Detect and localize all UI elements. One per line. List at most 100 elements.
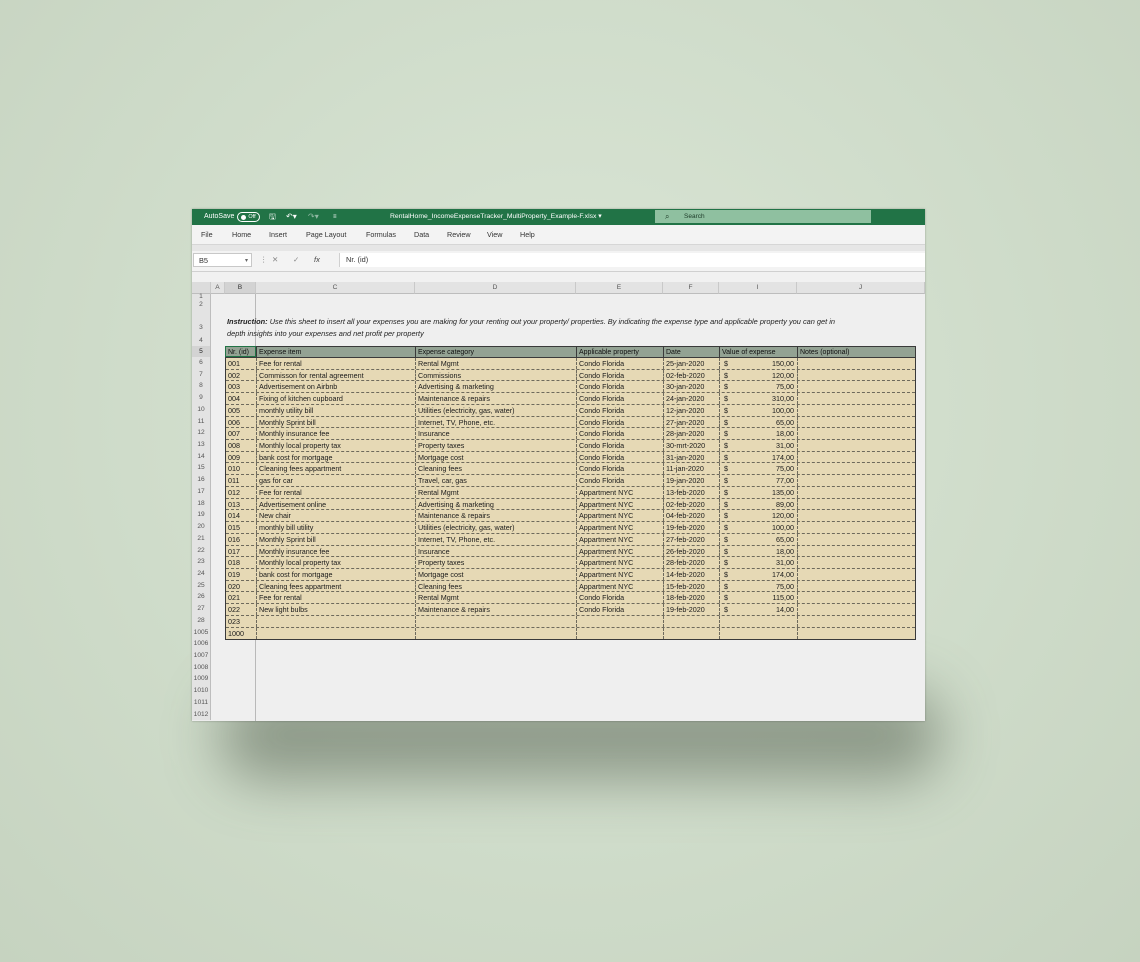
- cell-expense-item[interactable]: [257, 615, 416, 627]
- cell-expense-item[interactable]: Commisson for rental agreement: [257, 369, 416, 381]
- cell-expense-category[interactable]: Travel, car, gas: [416, 475, 577, 486]
- cell-id[interactable]: 010: [226, 463, 257, 475]
- cell-expense-item[interactable]: Monthly local property tax: [257, 440, 416, 451]
- row-header-23[interactable]: 23: [192, 556, 211, 568]
- cell-property[interactable]: Condo Florida: [577, 451, 664, 463]
- cell-id[interactable]: 018: [226, 557, 257, 568]
- row-header-1007[interactable]: 1007: [192, 650, 211, 662]
- row-header-21[interactable]: 21: [192, 532, 211, 545]
- autosave-control[interactable]: AutoSave Off: [204, 209, 260, 225]
- name-box[interactable]: B5 ▾: [193, 253, 252, 267]
- autosave-toggle[interactable]: Off: [237, 212, 260, 222]
- row-header-4[interactable]: 4: [192, 335, 211, 346]
- cell-property[interactable]: Appartment NYC: [577, 510, 664, 522]
- cell-value[interactable]: $135,00: [720, 486, 798, 498]
- customize-toolbar-icon[interactable]: ≡: [333, 209, 337, 225]
- cell-expense-category[interactable]: Maintenance & repairs: [416, 510, 577, 522]
- cell-id[interactable]: 005: [226, 404, 257, 416]
- cell-expense-item[interactable]: bank cost for mortgage: [257, 568, 416, 580]
- cell-expense-category[interactable]: Advertising & marketing: [416, 498, 577, 510]
- row-header-9[interactable]: 9: [192, 392, 211, 404]
- worksheet-grid[interactable]: A B C D E F I J 1 2 3 4 5 6 7 8 9 10 11 12 13 14 15 16 1…: [192, 282, 925, 721]
- cell-date[interactable]: 30-mrt-2020: [664, 440, 720, 451]
- row-header-15[interactable]: 15: [192, 462, 211, 475]
- cell-notes[interactable]: [798, 499, 915, 510]
- cell-expense-category[interactable]: Mortgage cost: [416, 451, 577, 463]
- cell-value[interactable]: $310,00: [720, 393, 798, 404]
- cell-notes[interactable]: [798, 569, 915, 580]
- cell-property[interactable]: Condo Florida: [577, 604, 664, 615]
- row-header-27[interactable]: 27: [192, 603, 211, 615]
- cell-expense-item[interactable]: Cleaning fees appartment: [257, 580, 416, 592]
- chevron-down-icon[interactable]: ▾: [245, 254, 248, 268]
- cell-value[interactable]: [720, 615, 798, 627]
- cell-date[interactable]: 19-jan-2020: [664, 475, 720, 486]
- row-header-28[interactable]: 28: [192, 614, 211, 627]
- cell-date[interactable]: 14-feb-2020: [664, 568, 720, 580]
- cell-expense-category[interactable]: Rental Mgmt: [416, 486, 577, 498]
- cell-date[interactable]: 25-jan-2020: [664, 358, 720, 369]
- header-nr-id[interactable]: Nr. (id): [226, 347, 257, 358]
- cell-value[interactable]: $150,00: [720, 358, 798, 369]
- cell-id[interactable]: 021: [226, 592, 257, 604]
- row-header-1010[interactable]: 1010: [192, 685, 211, 697]
- cell-expense-item[interactable]: Cleaning fees appartment: [257, 463, 416, 475]
- cell-property[interactable]: Condo Florida: [577, 592, 664, 604]
- cell-date[interactable]: 30-jan-2020: [664, 381, 720, 393]
- cell-property[interactable]: Condo Florida: [577, 428, 664, 440]
- cell-expense-category[interactable]: Commissions: [416, 369, 577, 381]
- cell-date[interactable]: 13-feb-2020: [664, 486, 720, 498]
- cell-expense-item[interactable]: Fixing of kitchen cupboard: [257, 393, 416, 404]
- row-header-8[interactable]: 8: [192, 380, 211, 393]
- cell-property[interactable]: Appartment NYC: [577, 557, 664, 568]
- row-header-19[interactable]: 19: [192, 509, 211, 522]
- column-header-c[interactable]: C: [256, 282, 415, 294]
- cell-id[interactable]: 1000: [226, 627, 257, 640]
- file-name[interactable]: RentalHome_IncomeExpenseTracker_MultiPro…: [390, 209, 602, 225]
- save-icon[interactable]: 🖫: [269, 209, 276, 225]
- cell-notes[interactable]: [798, 463, 915, 474]
- row-header-13[interactable]: 13: [192, 439, 211, 451]
- cell-value[interactable]: $18,00: [720, 428, 798, 440]
- cell-property[interactable]: [577, 615, 664, 627]
- tab-home[interactable]: Home: [232, 225, 251, 244]
- cell-notes[interactable]: [798, 616, 915, 627]
- cell-value[interactable]: $75,00: [720, 463, 798, 475]
- cell-id[interactable]: 004: [226, 393, 257, 404]
- row-header-18[interactable]: 18: [192, 497, 211, 510]
- cell-value[interactable]: $18,00: [720, 545, 798, 557]
- cell-property[interactable]: Condo Florida: [577, 416, 664, 428]
- cell-expense-category[interactable]: Rental Mgmt: [416, 592, 577, 604]
- cell-id[interactable]: 006: [226, 416, 257, 428]
- header-value[interactable]: Value of expense: [720, 347, 798, 358]
- cell-expense-category[interactable]: Utilities (electricity, gas, water): [416, 522, 577, 533]
- header-notes[interactable]: Notes (optional): [798, 347, 915, 358]
- cell-expense-category[interactable]: Maintenance & repairs: [416, 604, 577, 615]
- cell-expense-category[interactable]: [416, 615, 577, 627]
- cell-expense-category[interactable]: Property taxes: [416, 557, 577, 568]
- cell-notes[interactable]: [798, 452, 915, 463]
- cell-expense-category[interactable]: Property taxes: [416, 440, 577, 451]
- cell-notes[interactable]: [798, 487, 915, 498]
- cell-notes[interactable]: [798, 358, 915, 369]
- cell-value[interactable]: $100,00: [720, 522, 798, 533]
- row-header-1006[interactable]: 1006: [192, 638, 211, 650]
- cell-date[interactable]: 27-jan-2020: [664, 416, 720, 428]
- cell-date[interactable]: 18-feb-2020: [664, 592, 720, 604]
- cell-date[interactable]: 31-jan-2020: [664, 451, 720, 463]
- cell-id[interactable]: 002: [226, 369, 257, 381]
- cell-value[interactable]: $65,00: [720, 533, 798, 545]
- cell-id[interactable]: 003: [226, 381, 257, 393]
- cell-expense-item[interactable]: Monthly Sprint bill: [257, 416, 416, 428]
- cell-property[interactable]: Appartment NYC: [577, 498, 664, 510]
- column-header-i[interactable]: I: [719, 282, 797, 294]
- cell-id[interactable]: 008: [226, 440, 257, 451]
- row-header-1012[interactable]: 1012: [192, 708, 211, 721]
- cell-value[interactable]: $31,00: [720, 557, 798, 568]
- cell-expense-item[interactable]: monthly bill utility: [257, 522, 416, 533]
- column-header-b[interactable]: B: [225, 282, 256, 294]
- cell-property[interactable]: [577, 627, 664, 640]
- cell-value[interactable]: $120,00: [720, 510, 798, 522]
- cell-expense-item[interactable]: Fee for rental: [257, 486, 416, 498]
- cell-property[interactable]: Condo Florida: [577, 393, 664, 404]
